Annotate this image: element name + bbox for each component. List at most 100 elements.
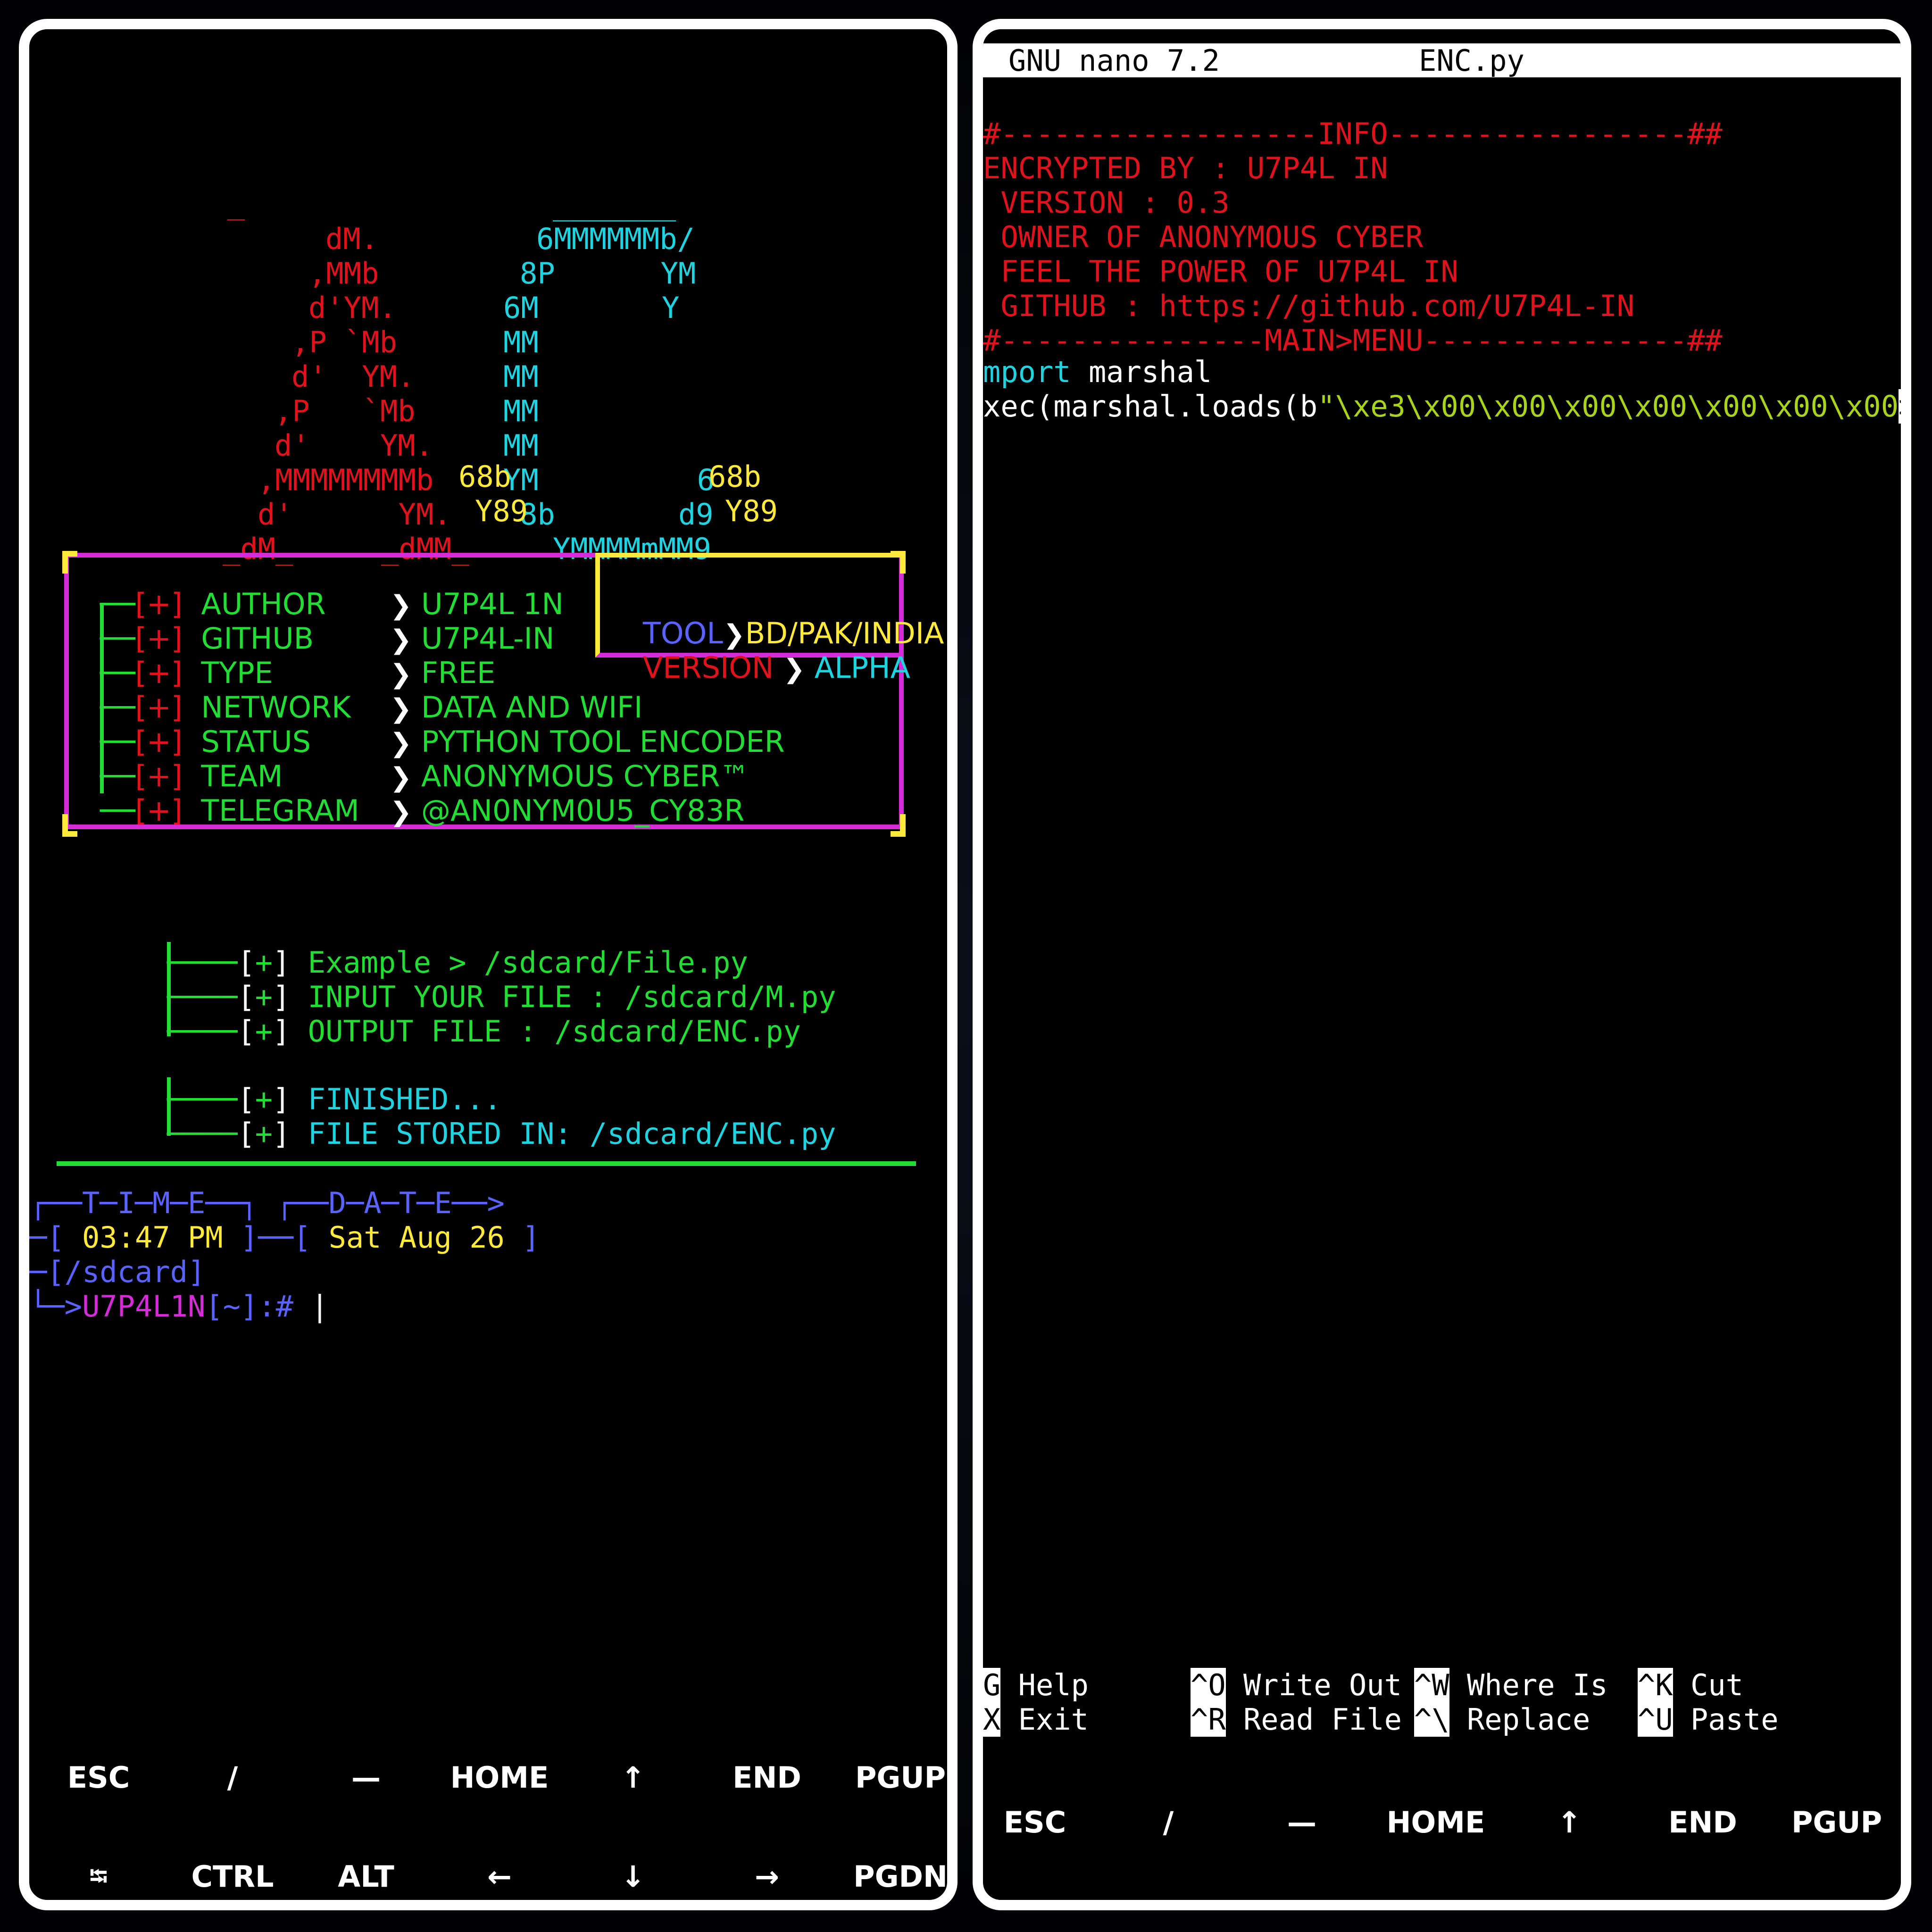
banner-line: MM xyxy=(503,394,539,428)
nano-version: GNU nano 7.2 xyxy=(1008,43,1220,78)
version-line: VERSION ❯ ALPHA xyxy=(606,624,910,712)
code-line-1[interactable]: mport marshal xyxy=(983,358,1212,387)
shortcut-read-file[interactable]: ^R Read File xyxy=(1191,1702,1402,1737)
step-output: ────[+] OUTPUT FILE : /sdcard/ENC.py xyxy=(167,1014,801,1049)
chevron-right-icon: ❯ xyxy=(783,654,805,684)
dir-line: ─[/sdcard] xyxy=(29,1255,206,1289)
banner-line: YM 6 xyxy=(503,463,715,497)
info-row: ──[+] NETWORK ❯ DATA AND WIFI xyxy=(100,690,643,724)
key-end[interactable]: END xyxy=(1668,1805,1737,1840)
banner-line: 6MMMMMMb/ xyxy=(536,222,695,256)
version-value: ALPHA xyxy=(814,650,911,685)
key-up[interactable]: ↑ xyxy=(1557,1805,1582,1840)
termux-left-terminal[interactable]: _ dM. ,MMb d'YM. ,P `Mb d' YM. ,P `Mb d' YM. ,M… xyxy=(19,19,958,1910)
editor-line: #---------------MAIN>MENU---------------… xyxy=(983,323,1723,358)
shortcut-exit[interactable]: X Exit xyxy=(983,1702,1089,1737)
corner-bracket xyxy=(62,551,77,574)
extra-keys-row-2: ⭾ CTRL ALT ← ↓ → PGDN xyxy=(983,1902,1901,1910)
editor-line: #------------------INFO-----------------… xyxy=(983,117,1723,151)
key-slash[interactable]: / xyxy=(1163,1805,1174,1840)
date-value: Sat Aug 26 xyxy=(328,1220,505,1255)
banner-line: 8P YM xyxy=(520,256,696,291)
key-alt[interactable]: ALT xyxy=(338,1859,394,1894)
key-down[interactable]: ↓ xyxy=(1557,1902,1582,1910)
editor-line: VERSION : 0.3 xyxy=(983,185,1230,220)
banner-line: 6M Y xyxy=(503,291,680,325)
step-example: ────[+] Example > /sdcard/File.py xyxy=(167,945,748,980)
time-date-line: ─[ 03:47 PM ]──[ Sat Aug 26 ] xyxy=(29,1220,540,1255)
info-row: ──[+] AUTHOR ❯ U7P4L 1N xyxy=(100,587,564,621)
key-alt[interactable]: ALT xyxy=(1274,1902,1330,1910)
editor-line: OWNER OF ANONYMOUS CYBER xyxy=(983,220,1424,254)
extra-keys-row-1: ESC / — HOME ↑ END PGUP xyxy=(29,1760,947,1798)
shortcut-paste[interactable]: ^U Paste xyxy=(1638,1702,1779,1737)
key-down[interactable]: ↓ xyxy=(621,1859,645,1894)
key-left[interactable]: ← xyxy=(1424,1902,1448,1910)
corner-bracket xyxy=(62,814,77,837)
text-cursor: | xyxy=(311,1289,329,1324)
info-row: ──[+] STATUS ❯ PYTHON TOOL ENCODER xyxy=(100,724,785,759)
key-right[interactable]: → xyxy=(755,1859,779,1894)
code-text: marshal xyxy=(1071,355,1212,389)
editor-line: FEEL THE POWER OF U7P4L IN xyxy=(983,254,1458,289)
info-row: ──[+] TELEGRAM ❯ @AN0NYM0U5_CY83R xyxy=(100,793,745,828)
editor-line: ENCRYPTED BY : U7P4L IN xyxy=(983,151,1388,185)
shortcut-where-is[interactable]: ^W Where Is xyxy=(1414,1668,1608,1702)
tab-icon[interactable]: ⭾ xyxy=(1026,1902,1044,1910)
key-home[interactable]: HOME xyxy=(1387,1805,1485,1840)
key-dash[interactable]: — xyxy=(1287,1805,1316,1840)
step-input: ────[+] INPUT YOUR FILE : /sdcard/M.py xyxy=(167,980,836,1014)
key-pgup[interactable]: PGUP xyxy=(1791,1805,1882,1840)
key-pgup[interactable]: PGUP xyxy=(855,1760,946,1795)
time-value: 03:47 PM xyxy=(82,1220,223,1255)
code-line-2[interactable]: xec(marshal.loads(b"\xe3\x00\x00\x00\x00… xyxy=(983,389,1901,424)
divider xyxy=(57,1161,916,1166)
key-end[interactable]: END xyxy=(733,1760,801,1795)
banner-line: MM xyxy=(503,359,539,394)
info-row: ──[+] TEAM ❯ ANONYMOUS CYBER™ xyxy=(100,759,749,793)
key-dash[interactable]: — xyxy=(351,1760,381,1795)
extra-keys-row-1: ESC / — HOME ↑ END PGUP xyxy=(983,1805,1901,1843)
banner-line: MM xyxy=(503,325,539,359)
key-pgdn[interactable]: PGDN xyxy=(1790,1902,1884,1910)
corner-bracket xyxy=(891,551,906,574)
code-string: "\xe3\x00\x00\x00\x00\x00\x00\x00 xyxy=(1317,389,1899,424)
nano-title-bar: GNU nano 7.2 ENC.py xyxy=(983,43,1901,78)
termux-right-nano[interactable]: GNU nano 7.2 ENC.py #------------------I… xyxy=(973,19,1911,1910)
time-date-header: ┌──T─I─M─E──┐ ┌──D─A─T─E──> xyxy=(29,1186,505,1220)
shortcut-cut[interactable]: ^K Cut xyxy=(1638,1668,1743,1702)
line-overflow-marker: > xyxy=(1899,389,1901,424)
banner-yellow-4: Y89 xyxy=(725,494,778,528)
key-left[interactable]: ← xyxy=(487,1859,512,1894)
step-stored: ────[+] FILE STORED IN: /sdcard/ENC.py xyxy=(167,1116,836,1151)
key-esc[interactable]: ESC xyxy=(67,1760,130,1795)
version-label: VERSION xyxy=(642,650,774,685)
step-finished: ────[+] FINISHED... xyxy=(167,1082,502,1116)
tab-icon[interactable]: ⭾ xyxy=(90,1859,108,1899)
corner-bracket xyxy=(891,814,906,837)
editor-line: GITHUB : https://github.com/U7P4L-IN xyxy=(983,289,1635,323)
prompt-line[interactable]: └─>U7P4L1N[~]:# | xyxy=(29,1292,329,1321)
code-text: xec(marshal.loads(b xyxy=(983,389,1318,424)
key-esc[interactable]: ESC xyxy=(1004,1805,1066,1840)
prompt-path: [~]:# xyxy=(205,1289,293,1324)
key-pgdn[interactable]: PGDN xyxy=(853,1859,947,1894)
prompt-user: U7P4L1N xyxy=(82,1289,206,1324)
banner-line: 8b d9 xyxy=(520,497,714,532)
key-up[interactable]: ↑ xyxy=(621,1760,645,1795)
banner-yellow-1: 68b xyxy=(458,459,511,494)
info-row: ──[+] TYPE ❯ FREE xyxy=(100,656,496,690)
banner-line: _______ xyxy=(553,187,676,222)
key-ctrl[interactable]: CTRL xyxy=(191,1859,274,1894)
extra-keys-row-2: ⭾ CTRL ALT ← ↓ → PGDN xyxy=(29,1859,947,1897)
shortcut-help[interactable]: G Help xyxy=(983,1668,1089,1702)
shortcut-replace[interactable]: ^\ Replace xyxy=(1414,1702,1590,1737)
key-ctrl[interactable]: CTRL xyxy=(1127,1902,1209,1910)
info-row: ──[+] GITHUB ❯ U7P4L-IN xyxy=(100,621,555,656)
shortcut-write-out[interactable]: ^O Write Out xyxy=(1191,1668,1402,1702)
key-slash[interactable]: / xyxy=(227,1760,238,1795)
key-home[interactable]: HOME xyxy=(450,1760,549,1795)
key-right[interactable]: → xyxy=(1690,1902,1715,1910)
code-keyword: mport xyxy=(983,355,1071,389)
banner-yellow-3: Y89 xyxy=(475,494,528,528)
